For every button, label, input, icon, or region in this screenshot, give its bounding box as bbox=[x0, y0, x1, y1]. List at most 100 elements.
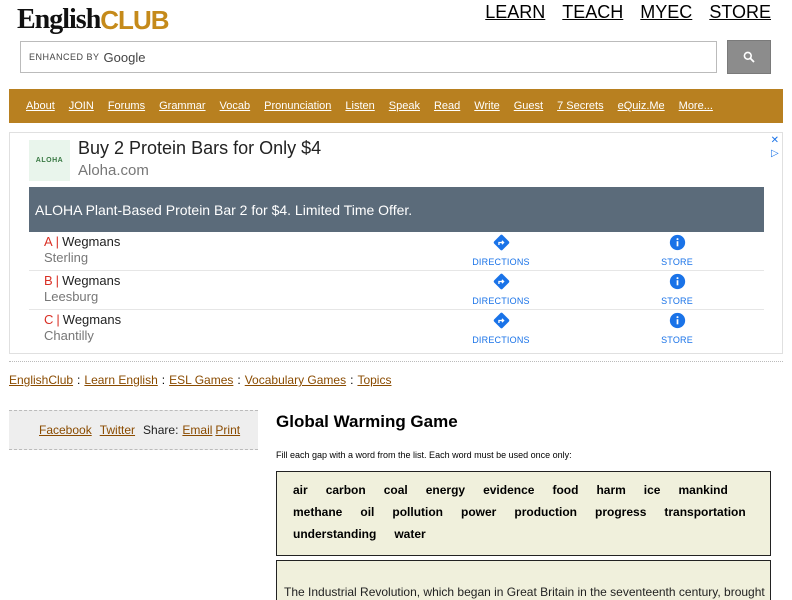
word-item: pollution bbox=[392, 505, 444, 519]
share-email-link[interactable]: Email bbox=[182, 423, 212, 437]
location-name: Wegmans bbox=[62, 312, 122, 327]
word-item: carbon bbox=[325, 483, 366, 497]
breadcrumb-separator: : bbox=[237, 373, 241, 387]
word-item: transportation bbox=[664, 505, 746, 519]
breadcrumb-learn-english-link[interactable]: Learn English bbox=[84, 373, 157, 387]
location-name: Wegmans bbox=[62, 234, 121, 249]
word-item: energy bbox=[425, 483, 466, 497]
word-item: water bbox=[394, 527, 426, 541]
ad-brand-logo[interactable]: ALOHA bbox=[29, 140, 70, 181]
breadcrumb-separator: : bbox=[77, 373, 81, 387]
nav-learn-link[interactable]: LEARN bbox=[485, 2, 545, 23]
word-item: harm bbox=[596, 483, 626, 497]
store-button[interactable]: STORE bbox=[642, 234, 712, 267]
directions-icon bbox=[493, 234, 509, 251]
word-item: methane bbox=[293, 505, 343, 519]
directions-button[interactable]: DIRECTIONS bbox=[466, 234, 536, 267]
word-item: evidence bbox=[483, 483, 535, 497]
location-row[interactable]: C | Wegmans Chantilly DIRECTIONS STORE bbox=[29, 310, 764, 349]
breadcrumb-esl-games-link[interactable]: ESL Games bbox=[169, 373, 233, 387]
ad-choices-icon[interactable]: ✕ ▷ bbox=[771, 134, 779, 160]
englishclub-logo[interactable]: English CLUB bbox=[17, 2, 170, 36]
logo-club-text: CLUB bbox=[100, 5, 169, 35]
ad-domain[interactable]: Aloha.com bbox=[78, 162, 149, 179]
ad-banner-text: ALOHA Plant-Based Protein Bar 2 for $4. … bbox=[35, 201, 413, 218]
directions-label: DIRECTIONS bbox=[472, 296, 530, 306]
game-instructions: Fill each gap with a word from the list.… bbox=[276, 450, 572, 460]
menu-equiz-link[interactable]: eQuiz.Me bbox=[618, 100, 665, 112]
breadcrumb-englishclub-link[interactable]: EnglishClub bbox=[9, 373, 73, 387]
nav-teach-link[interactable]: TEACH bbox=[562, 2, 623, 23]
search-enhanced-label: ENHANCED BY bbox=[29, 52, 100, 62]
ad-headline[interactable]: Buy 2 Protein Bars for Only $4 bbox=[78, 138, 321, 159]
menu-speak-link[interactable]: Speak bbox=[389, 100, 420, 112]
location-city: Sterling bbox=[44, 250, 89, 265]
location-separator: | bbox=[55, 273, 60, 288]
nav-myec-link[interactable]: MYEC bbox=[640, 2, 692, 23]
word-item: power bbox=[461, 505, 497, 519]
breadcrumb-separator: : bbox=[161, 373, 166, 387]
info-icon bbox=[669, 273, 685, 290]
search-button[interactable] bbox=[727, 40, 771, 74]
location-letter: B bbox=[44, 273, 53, 288]
menu-7-secrets-link[interactable]: 7 Secrets bbox=[557, 100, 603, 112]
breadcrumb-separator: : bbox=[350, 373, 354, 387]
menu-join-link[interactable]: JOIN bbox=[69, 100, 94, 112]
logo-english-text: English bbox=[17, 4, 101, 35]
menu-listen-link[interactable]: Listen bbox=[345, 100, 374, 112]
store-button[interactable]: STORE bbox=[642, 273, 712, 306]
directions-button[interactable]: DIRECTIONS bbox=[466, 273, 536, 306]
directions-label: DIRECTIONS bbox=[472, 257, 530, 267]
menu-grammar-link[interactable]: Grammar bbox=[159, 100, 205, 112]
location-city: Leesburg bbox=[44, 289, 99, 304]
search-input[interactable]: ENHANCED BY Google bbox=[20, 41, 717, 73]
divider bbox=[9, 361, 783, 362]
ad-banner[interactable]: ALOHA Plant-Based Protein Bar 2 for $4. … bbox=[29, 187, 764, 232]
menu-forums-link[interactable]: Forums bbox=[108, 100, 145, 112]
main-menu-bar: About JOIN Forums Grammar Vocab Pronunci… bbox=[9, 89, 783, 123]
share-facebook-link[interactable]: Facebook bbox=[39, 423, 92, 437]
top-navigation: LEARN TEACH MYEC STORE bbox=[485, 2, 771, 23]
word-list: air carbon coal energy evidence food har… bbox=[284, 479, 763, 545]
word-item: oil bbox=[360, 505, 375, 519]
menu-about-link[interactable]: About bbox=[26, 100, 55, 112]
directions-button[interactable]: DIRECTIONS bbox=[466, 312, 536, 345]
breadcrumb-vocabulary-games-link[interactable]: Vocabulary Games bbox=[245, 373, 346, 387]
word-item: production bbox=[514, 505, 578, 519]
word-item: mankind bbox=[678, 483, 728, 497]
store-label: STORE bbox=[661, 296, 693, 306]
info-icon bbox=[669, 312, 685, 329]
share-print-link[interactable]: Print bbox=[215, 423, 240, 437]
menu-pronunciation-link[interactable]: Pronunciation bbox=[264, 100, 331, 112]
word-item: understanding bbox=[293, 527, 377, 541]
page-title: Global Warming Game bbox=[276, 412, 458, 431]
store-label: STORE bbox=[661, 335, 693, 345]
word-list-box: air carbon coal energy evidence food har… bbox=[276, 471, 771, 556]
location-row[interactable]: B | Wegmans Leesburg DIRECTIONS STORE bbox=[29, 271, 764, 310]
menu-guest-link[interactable]: Guest bbox=[514, 100, 543, 112]
location-separator: | bbox=[56, 312, 60, 327]
word-item: air bbox=[293, 483, 308, 497]
word-item: progress bbox=[595, 505, 647, 519]
info-icon bbox=[669, 234, 685, 251]
menu-vocab-link[interactable]: Vocab bbox=[220, 100, 251, 112]
search-google-label: Google bbox=[103, 49, 146, 65]
advertisement[interactable]: ALOHA Buy 2 Protein Bars for Only $4 Alo… bbox=[9, 132, 783, 354]
store-label: STORE bbox=[661, 257, 693, 267]
location-letter: C bbox=[44, 312, 54, 327]
share-twitter-link[interactable]: Twitter bbox=[100, 423, 135, 437]
menu-read-link[interactable]: Read bbox=[434, 100, 460, 112]
store-button[interactable]: STORE bbox=[642, 312, 712, 345]
menu-more-link[interactable]: More... bbox=[679, 100, 713, 112]
word-item: ice bbox=[643, 483, 661, 497]
location-letter: A bbox=[44, 234, 53, 249]
location-row[interactable]: A | Wegmans Sterling DIRECTIONS STORE bbox=[29, 232, 764, 271]
breadcrumb: EnglishClub: Learn English: ESL Games: Voca… bbox=[9, 373, 391, 387]
nav-store-link[interactable]: STORE bbox=[709, 2, 771, 23]
share-bar: Facebook Twitter Share: Email Print bbox=[9, 410, 258, 450]
word-item: food bbox=[552, 483, 579, 497]
passage-text: The Industrial Revolution, which began i… bbox=[276, 560, 771, 600]
location-name: Wegmans bbox=[62, 273, 121, 288]
breadcrumb-topics-link[interactable]: Topics bbox=[357, 373, 391, 387]
menu-write-link[interactable]: Write bbox=[474, 100, 499, 112]
